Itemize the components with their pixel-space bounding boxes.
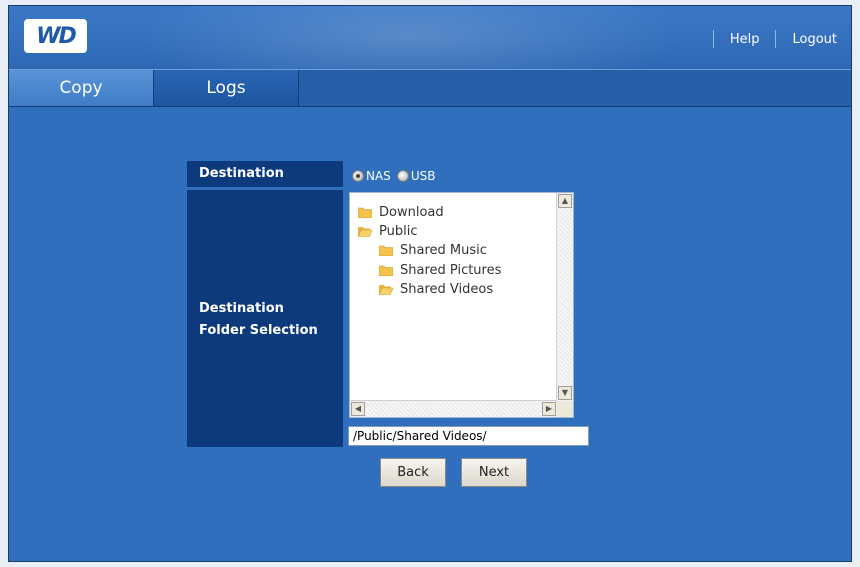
tree-node-shared-music[interactable]: Shared Music	[379, 243, 487, 258]
tree-node-label: Shared Music	[400, 243, 487, 258]
radio-usb[interactable]	[396, 170, 409, 182]
tree-node-shared-videos[interactable]: Shared Videos	[379, 282, 493, 297]
top-links: Help Logout	[697, 30, 837, 48]
app-window: WD Help Logout Copy Logs Destination Des…	[8, 5, 852, 562]
tree-node-label: Shared Videos	[400, 282, 494, 297]
folder-tree: Download Public Shared Music Shared Pict…	[349, 192, 574, 418]
folder-closed-icon	[379, 265, 393, 276]
divider	[712, 30, 714, 48]
scroll-left-icon[interactable]: ◀	[351, 402, 365, 416]
help-link[interactable]: Help	[730, 32, 760, 47]
tab-copy[interactable]: Copy	[9, 70, 153, 106]
folder-selection-label: Destination Folder Selection	[187, 190, 343, 447]
folder-closed-icon	[379, 245, 393, 256]
wd-logo: WD	[24, 19, 87, 53]
divider	[775, 30, 777, 48]
back-button[interactable]: Back	[380, 458, 446, 487]
tab-bar: Copy Logs	[9, 69, 851, 107]
horizontal-scrollbar[interactable]	[350, 400, 557, 417]
tree-node-download[interactable]: Download	[358, 205, 444, 220]
tree-node-shared-pictures[interactable]: Shared Pictures	[379, 263, 501, 278]
radio-usb-label: USB	[410, 169, 436, 183]
header-decoration	[129, 6, 689, 69]
scroll-down-icon[interactable]: ▼	[558, 386, 572, 400]
logout-link[interactable]: Logout	[792, 32, 837, 47]
tree-node-label: Download	[379, 205, 444, 220]
folder-label-line1: Destination	[199, 301, 284, 316]
radio-nas-label: NAS	[366, 169, 391, 183]
radio-nas[interactable]	[352, 170, 364, 182]
header: WD Help Logout	[9, 6, 851, 69]
scroll-right-icon[interactable]: ▶	[542, 402, 556, 416]
next-button[interactable]: Next	[461, 458, 527, 487]
logo-text: WD	[36, 23, 77, 49]
tree-node-public[interactable]: Public	[358, 224, 417, 239]
folder-label-line2: Folder Selection	[199, 323, 318, 338]
tree-node-label: Shared Pictures	[400, 263, 502, 278]
scroll-up-icon[interactable]: ▲	[558, 194, 572, 208]
destination-radio-group: NAS USB	[352, 169, 435, 183]
folder-closed-icon	[358, 207, 372, 218]
folder-open-icon	[358, 227, 372, 237]
destination-path-field[interactable]	[348, 426, 589, 446]
folder-open-icon	[379, 285, 393, 295]
scrollbar-corner	[557, 401, 573, 417]
destination-label: Destination	[187, 161, 343, 187]
tab-logs[interactable]: Logs	[153, 70, 299, 106]
vertical-scrollbar[interactable]	[556, 193, 573, 401]
tree-node-label: Public	[379, 224, 418, 239]
